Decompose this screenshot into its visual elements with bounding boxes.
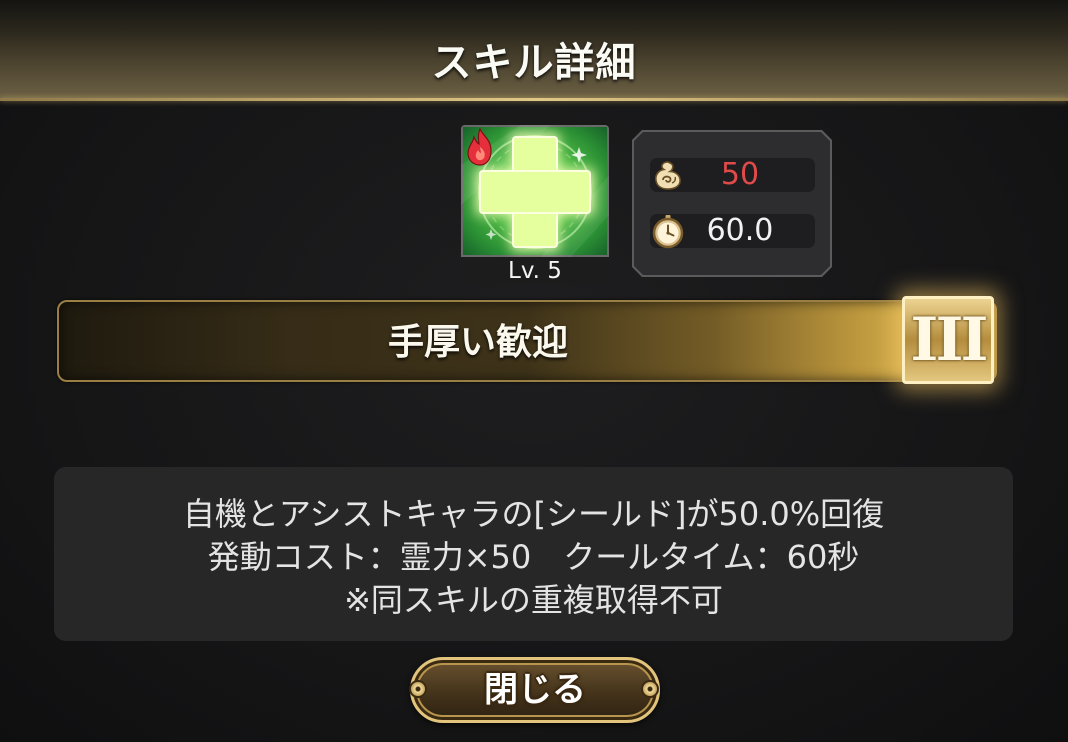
skill-level-label: Lv. 5 bbox=[461, 257, 609, 285]
skill-description-box: 自機とアシストキャラの[シールド]が50.0%回復 発動コスト：霊力×50 クー… bbox=[54, 467, 1013, 641]
skill-icon: Lv. 5 bbox=[461, 125, 609, 285]
ornament-icon bbox=[409, 680, 427, 698]
close-button[interactable]: 閉じる bbox=[410, 657, 660, 723]
cost-value: 50 bbox=[720, 157, 760, 192]
skill-stats-panel-body: 50 60.0 bbox=[634, 132, 830, 275]
description-line: 発動コスト：霊力×50 クールタイム：60秒 bbox=[207, 538, 860, 576]
close-button-label: 閉じる bbox=[484, 670, 586, 710]
skill-rank-numeral: III bbox=[910, 305, 988, 375]
skill-rank-emblem: III bbox=[902, 296, 994, 384]
spirit-icon bbox=[655, 161, 681, 190]
clock-icon bbox=[652, 215, 684, 249]
skill-name: 手厚い歓迎 bbox=[387, 322, 568, 363]
cost-row: 50 bbox=[650, 158, 815, 192]
cooldown-value: 60.0 bbox=[706, 213, 774, 248]
dialog-title: スキル詳細 bbox=[431, 40, 637, 86]
ornament-icon bbox=[641, 680, 659, 698]
header-divider bbox=[0, 98, 1068, 101]
fire-icon bbox=[467, 127, 492, 166]
skill-description: 自機とアシストキャラの[シールド]が50.0%回復 発動コスト：霊力×50 クー… bbox=[54, 493, 1013, 622]
skill-stats-panel: 50 60.0 bbox=[632, 130, 832, 277]
description-line: 自機とアシストキャラの[シールド]が50.0%回復 bbox=[182, 495, 885, 533]
description-line: ※同スキルの重複取得不可 bbox=[344, 581, 723, 619]
cooldown-row: 60.0 bbox=[650, 213, 815, 249]
